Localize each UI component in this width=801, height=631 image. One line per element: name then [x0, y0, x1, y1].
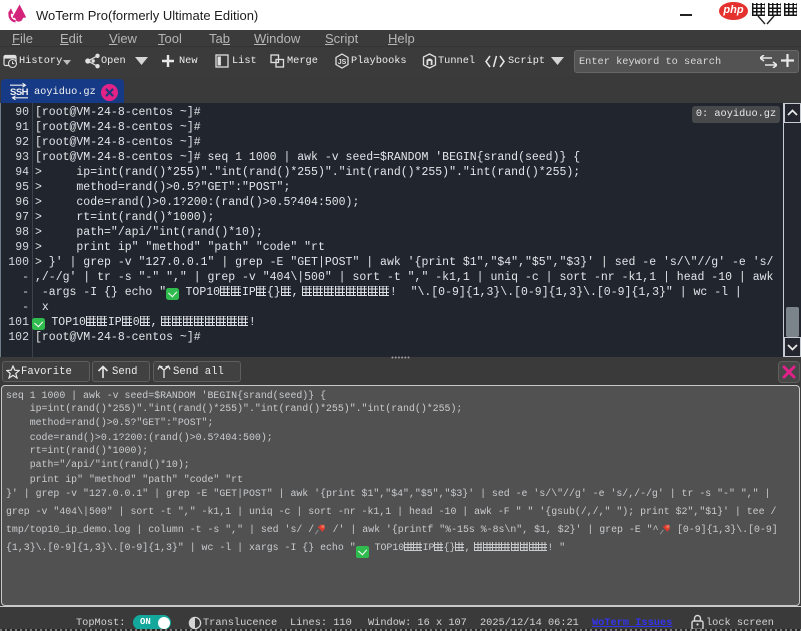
svg-text:JS: JS: [338, 59, 347, 66]
svg-text:SSH: SSH: [10, 87, 29, 98]
